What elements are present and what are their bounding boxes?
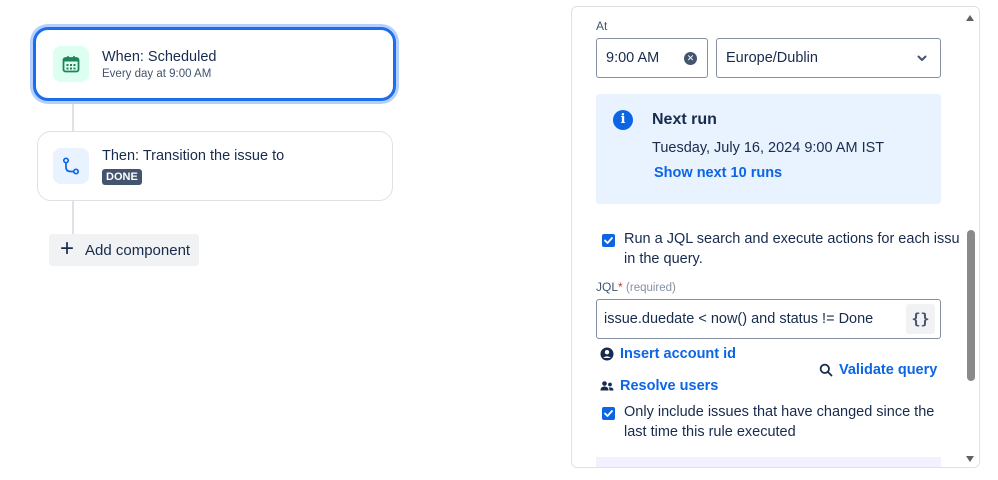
required-mark: *: [618, 280, 623, 294]
resolve-users-link[interactable]: Resolve users: [600, 378, 718, 394]
calendar-icon: [53, 46, 89, 82]
run-jql-label-line1: Run a JQL search and execute actions for…: [624, 231, 968, 247]
trigger-card[interactable]: When: Scheduled Every day at 9:00 AM: [33, 27, 396, 101]
add-component-button[interactable]: + Add component: [49, 234, 199, 266]
run-jql-checkbox[interactable]: [602, 234, 615, 247]
next-run-date: Tuesday, July 16, 2024 9:00 AM IST: [652, 140, 885, 156]
time-input[interactable]: 9:00 AM ✕: [596, 38, 708, 78]
action-card[interactable]: Then: Transition the issue to DONE: [37, 131, 393, 201]
jql-value: issue.duedate < now() and status != Done: [604, 311, 874, 327]
search-icon: [819, 363, 833, 377]
only-changed-label-line2: last time this rule executed: [624, 424, 796, 440]
jql-label-text: JQL: [596, 280, 619, 294]
user-circle-icon: [600, 347, 614, 361]
next-section-box: [596, 457, 941, 467]
plus-icon: +: [59, 235, 74, 262]
validate-query-link[interactable]: Validate query: [819, 362, 937, 378]
scroll-thumb[interactable]: [967, 230, 975, 381]
only-changed-checkbox[interactable]: [602, 407, 615, 420]
smart-values-button[interactable]: {}: [906, 304, 935, 334]
config-panel: At 9:00 AM ✕ Europe/Dublin i Next run Tu…: [571, 6, 980, 468]
check-icon: [604, 237, 613, 244]
show-next-runs-link[interactable]: Show next 10 runs: [654, 165, 782, 181]
next-run-section: i Next run Tuesday, July 16, 2024 9:00 A…: [596, 94, 941, 204]
run-jql-label: Run a JQL search and execute actions for…: [624, 229, 968, 269]
timezone-value: Europe/Dublin: [726, 50, 818, 66]
chevron-down-icon: [917, 55, 927, 61]
flow-connector-bottom: [72, 201, 74, 235]
next-run-title: Next run: [652, 111, 717, 128]
flow-connector-top: [72, 101, 74, 131]
jql-label: JQL* (required): [596, 280, 676, 294]
add-component-label: Add component: [85, 241, 191, 259]
scroll-down-icon[interactable]: [965, 454, 975, 464]
check-icon: [604, 410, 613, 417]
status-lozenge: DONE: [102, 169, 142, 185]
people-icon: [600, 379, 614, 393]
trigger-subtitle: Every day at 9:00 AM: [102, 68, 212, 80]
scroll-up-icon[interactable]: [965, 13, 975, 23]
insert-account-id-link[interactable]: Insert account id: [600, 346, 736, 362]
only-changed-label-line1: Only include issues that have changed si…: [624, 404, 935, 420]
action-title: Then: Transition the issue to: [102, 148, 285, 164]
resolve-users-label: Resolve users: [620, 378, 719, 394]
required-hint: (required): [626, 282, 676, 294]
validate-query-label: Validate query: [839, 362, 938, 378]
clear-icon[interactable]: ✕: [684, 52, 697, 65]
timezone-select[interactable]: Europe/Dublin: [716, 38, 941, 78]
transition-icon: [53, 148, 89, 184]
run-jql-label-line2: in the query.: [624, 251, 703, 267]
insert-account-id-label: Insert account id: [620, 346, 737, 362]
jql-input[interactable]: issue.duedate < now() and status != Done…: [596, 299, 941, 339]
time-value: 9:00 AM: [606, 50, 660, 66]
panel-scrollbar[interactable]: [960, 7, 979, 467]
at-label: At: [596, 19, 608, 33]
trigger-title: When: Scheduled: [102, 49, 217, 65]
info-icon: i: [613, 110, 633, 130]
only-changed-label: Only include issues that have changed si…: [624, 402, 934, 442]
